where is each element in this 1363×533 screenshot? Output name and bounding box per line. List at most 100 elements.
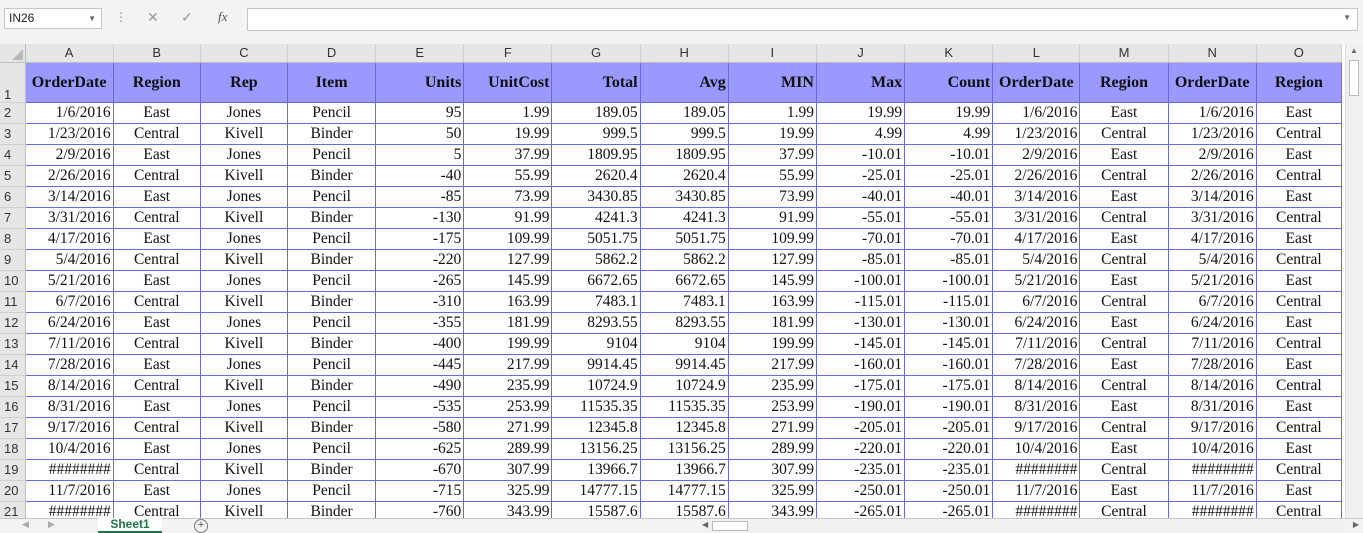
cell[interactable]: 1809.95 [551, 144, 641, 166]
cell[interactable]: 999.5 [640, 123, 729, 145]
cell[interactable]: Central [1256, 207, 1343, 229]
cell[interactable]: Central [113, 501, 201, 518]
cell[interactable]: 14777.15 [640, 480, 729, 502]
cell[interactable]: 7483.1 [640, 291, 729, 313]
cell[interactable]: Pencil [287, 438, 377, 460]
cell[interactable]: 4/17/2016 [992, 228, 1081, 250]
cell[interactable]: Central [1256, 459, 1343, 481]
more-options-icon[interactable]: ⋮ [115, 10, 127, 24]
row-header-6[interactable]: 6 [0, 186, 26, 208]
cell[interactable]: 189.05 [640, 102, 729, 124]
cell[interactable]: East [1256, 228, 1343, 250]
cell[interactable]: 13966.7 [640, 459, 729, 481]
cell[interactable]: -220.01 [816, 438, 906, 460]
cell[interactable]: 253.99 [463, 396, 553, 418]
spreadsheet-grid[interactable]: ABCDEFGHIJKLMNO 1 OrderDate Region Rep Item U… [0, 44, 1345, 518]
cell[interactable]: -220.01 [904, 438, 994, 460]
cell[interactable]: East [113, 312, 201, 334]
cell[interactable]: East [1256, 144, 1343, 166]
cell[interactable]: Jones [200, 438, 289, 460]
cell[interactable]: 2/9/2016 [25, 144, 114, 166]
cell[interactable]: Binder [287, 459, 377, 481]
cell[interactable]: -190.01 [816, 396, 906, 418]
cell[interactable]: 5/4/2016 [25, 249, 114, 271]
cell[interactable]: 235.99 [463, 375, 553, 397]
cell[interactable]: East [1256, 102, 1343, 124]
cell[interactable]: Pencil [287, 102, 377, 124]
cell[interactable]: Central [1079, 165, 1169, 187]
cell[interactable]: Central [1256, 375, 1343, 397]
cell[interactable]: Jones [200, 354, 289, 376]
row-header-5[interactable]: 5 [0, 165, 26, 187]
cell[interactable]: 217.99 [463, 354, 553, 376]
cell[interactable]: Central [113, 249, 201, 271]
name-box[interactable]: IN26 ▼ [4, 8, 102, 29]
header-cell[interactable]: OrderDate [25, 62, 114, 103]
cell[interactable]: 271.99 [463, 417, 553, 439]
cell[interactable]: 163.99 [463, 291, 553, 313]
cell[interactable]: 199.99 [728, 333, 817, 355]
vertical-scroll-thumb[interactable] [1349, 60, 1359, 96]
cell[interactable]: East [1079, 102, 1169, 124]
cell[interactable]: 50 [375, 123, 465, 145]
cell[interactable]: Binder [287, 165, 377, 187]
cell[interactable]: Central [1256, 501, 1343, 518]
cell[interactable]: -250.01 [904, 480, 994, 502]
row-header-7[interactable]: 7 [0, 207, 26, 229]
cell[interactable]: East [1256, 186, 1343, 208]
row-header-14[interactable]: 14 [0, 354, 26, 376]
cell[interactable]: -55.01 [904, 207, 994, 229]
cell[interactable]: Kivell [200, 207, 289, 229]
cell[interactable]: 5/4/2016 [1168, 249, 1257, 271]
cell[interactable]: 19.99 [728, 123, 817, 145]
cell[interactable]: 19.99 [816, 102, 906, 124]
cell[interactable]: 2/26/2016 [992, 165, 1081, 187]
cell[interactable]: 189.05 [551, 102, 641, 124]
cell[interactable]: -670 [375, 459, 465, 481]
cell[interactable]: 325.99 [463, 480, 553, 502]
cell[interactable]: Central [1256, 291, 1343, 313]
cell[interactable]: 4/17/2016 [25, 228, 114, 250]
cell[interactable]: 2/9/2016 [992, 144, 1081, 166]
cell[interactable]: 9104 [551, 333, 641, 355]
cell[interactable]: Central [113, 417, 201, 439]
column-header-g[interactable]: G [551, 44, 641, 63]
cell[interactable]: East [1079, 144, 1169, 166]
cell[interactable]: 13966.7 [551, 459, 641, 481]
cell[interactable]: 4.99 [816, 123, 906, 145]
row-header-16[interactable]: 16 [0, 396, 26, 418]
cell[interactable]: 1.99 [463, 102, 553, 124]
cell[interactable]: -265 [375, 270, 465, 292]
header-cell[interactable]: Rep [200, 62, 289, 103]
cell[interactable]: 253.99 [728, 396, 817, 418]
header-cell[interactable]: Total [551, 62, 641, 103]
cell[interactable]: Jones [200, 144, 289, 166]
cell[interactable]: -205.01 [816, 417, 906, 439]
close-icon[interactable]: ✕ [147, 9, 159, 26]
cell[interactable]: 4241.3 [551, 207, 641, 229]
column-header-o[interactable]: O [1256, 44, 1343, 63]
header-cell[interactable]: OrderDate [992, 62, 1081, 103]
cell[interactable]: 999.5 [551, 123, 641, 145]
cell[interactable]: -235.01 [904, 459, 994, 481]
cell[interactable]: 271.99 [728, 417, 817, 439]
cell[interactable]: 10/4/2016 [25, 438, 114, 460]
cell[interactable]: -175.01 [816, 375, 906, 397]
cell[interactable]: 343.99 [728, 501, 817, 518]
cell[interactable]: 19.99 [463, 123, 553, 145]
cell[interactable]: -25.01 [816, 165, 906, 187]
cell[interactable]: 8293.55 [640, 312, 729, 334]
cell[interactable]: -250.01 [816, 480, 906, 502]
header-cell[interactable]: OrderDate [1168, 62, 1257, 103]
cell[interactable]: East [113, 480, 201, 502]
cell[interactable]: East [1256, 270, 1343, 292]
cell[interactable]: Central [113, 165, 201, 187]
cell[interactable]: 3430.85 [551, 186, 641, 208]
cell[interactable]: 3/14/2016 [1168, 186, 1257, 208]
cell[interactable]: 10724.9 [640, 375, 729, 397]
cell[interactable]: East [1079, 186, 1169, 208]
cell[interactable]: 10/4/2016 [992, 438, 1081, 460]
cell[interactable]: 5862.2 [551, 249, 641, 271]
cell[interactable]: Jones [200, 228, 289, 250]
cell[interactable]: 109.99 [463, 228, 553, 250]
